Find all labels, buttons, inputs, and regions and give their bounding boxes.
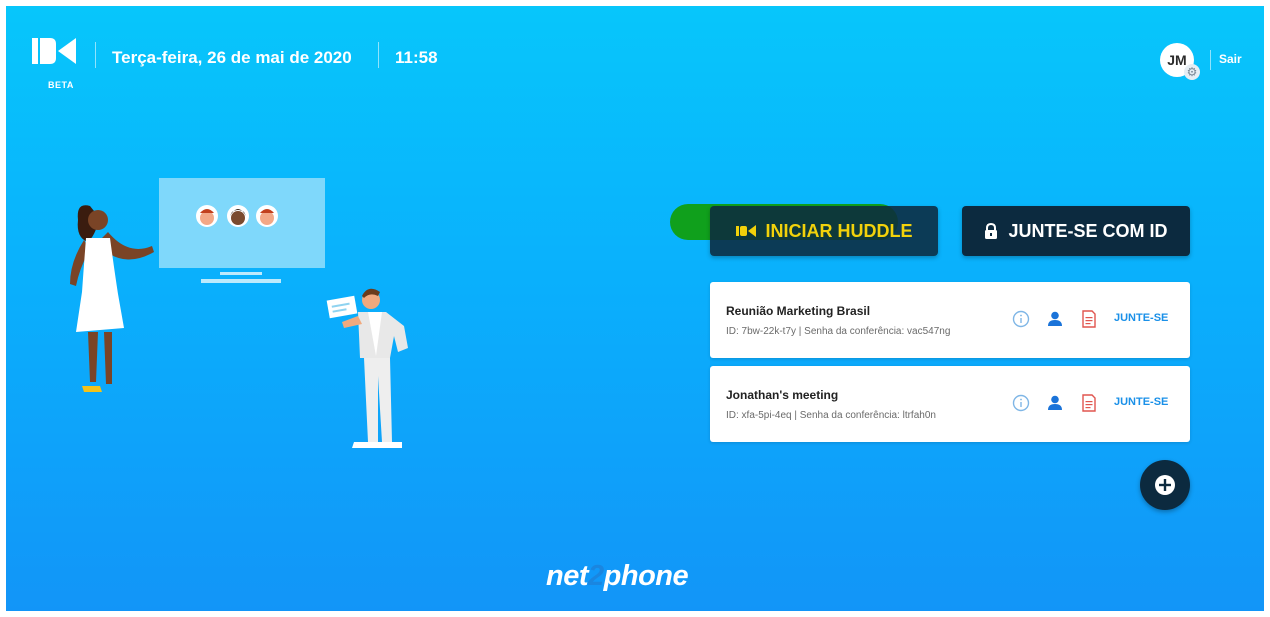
participant-icon[interactable]: [1046, 310, 1064, 328]
participant-icon[interactable]: [1046, 394, 1064, 412]
pdf-document-icon[interactable]: [1080, 394, 1098, 412]
signout-link[interactable]: Sair: [1219, 52, 1242, 66]
huddle-home-screen: BETA Terça-feira, 26 de mai de 2020 11:5…: [6, 6, 1264, 611]
add-meeting-button[interactable]: [1140, 460, 1190, 510]
lock-icon: [985, 222, 998, 239]
join-with-id-button[interactable]: JUNTE-SE COM ID: [962, 206, 1190, 256]
join-meeting-link[interactable]: JUNTE-SE: [1114, 396, 1168, 408]
brand-suffix: phone: [603, 560, 689, 592]
meeting-card: Reunião Marketing Brasil ID: 7bw-22k-t7y…: [710, 282, 1190, 358]
video-camera-icon: [735, 225, 756, 237]
join-meeting-link[interactable]: JUNTE-SE: [1114, 312, 1168, 324]
header-divider: [1210, 50, 1211, 70]
brand-two: 2: [588, 560, 604, 592]
meeting-card: Jonathan's meeting ID: xfa-5pi-4eq | Sen…: [710, 366, 1190, 442]
plus-icon: [1155, 475, 1175, 495]
meeting-meta: ID: xfa-5pi-4eq | Senha da conferência: …: [726, 410, 936, 421]
meeting-title: Reunião Marketing Brasil: [726, 304, 871, 318]
start-huddle-button[interactable]: INICIAR HUDDLE: [710, 206, 938, 256]
monitor-face: [256, 205, 278, 227]
monitor-face: [227, 205, 249, 227]
brand-prefix: net: [546, 560, 589, 592]
meeting-title: Jonathan's meeting: [726, 388, 839, 402]
man-figure: [326, 288, 408, 448]
meeting-illustration: [70, 178, 408, 448]
gear-icon[interactable]: ⚙: [1184, 64, 1200, 80]
monitor-face: [196, 205, 218, 227]
info-icon[interactable]: [1012, 310, 1030, 328]
woman-figure: [70, 205, 154, 392]
net2phone-logo: net2phone: [546, 560, 689, 593]
join-with-id-label: JUNTE-SE COM ID: [1008, 220, 1168, 241]
start-huddle-label: INICIAR HUDDLE: [765, 220, 913, 241]
meeting-meta: ID: 7bw-22k-t7y | Senha da conferência: …: [726, 326, 951, 337]
pdf-document-icon[interactable]: [1080, 310, 1098, 328]
info-icon[interactable]: [1012, 394, 1030, 412]
